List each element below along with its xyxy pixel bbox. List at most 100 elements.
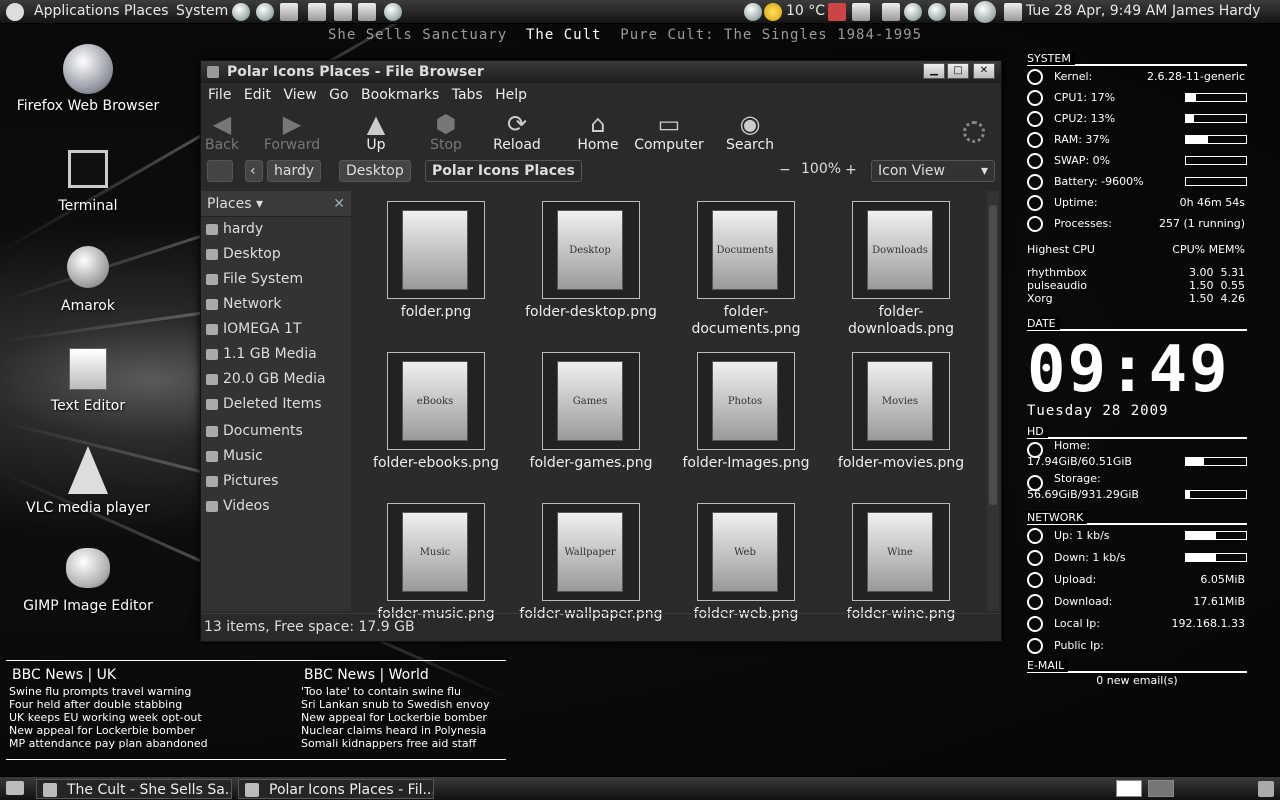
gnome-foot-icon[interactable] [6, 3, 24, 21]
terminal-launcher-icon[interactable] [308, 3, 326, 21]
volume-icon[interactable] [928, 3, 946, 21]
desktop-icon-terminal[interactable]: Terminal [8, 146, 168, 214]
news-headline[interactable]: MP attendance pay plan abandoned [6, 737, 251, 750]
sidebar-item-documents[interactable]: Documents [201, 419, 351, 444]
crumb-scroll-left[interactable]: ‹ [245, 160, 263, 182]
sidebar-item-20-0-gb-media[interactable]: 20.0 GB Media [201, 367, 351, 392]
file-item[interactable]: Desktop folder-desktop.png [516, 201, 666, 321]
back-button[interactable]: ◀ Back [187, 111, 257, 153]
amarok-launcher-icon[interactable] [280, 3, 298, 21]
zoom-out-icon[interactable]: − [779, 162, 791, 178]
menu-help[interactable]: Help [495, 87, 527, 103]
computer-button[interactable]: ▭ Computer [634, 111, 704, 153]
file-item[interactable]: Movies folder-movies.png [826, 352, 976, 472]
file-item[interactable]: Photos folder-Images.png [671, 352, 821, 472]
close-sidebar-icon[interactable]: ✕ [333, 191, 345, 217]
desktop-icon-vlc[interactable]: VLC media player [8, 446, 168, 516]
file-item[interactable]: eBooks folder-ebooks.png [361, 352, 511, 472]
sidebar-item-pictures[interactable]: Pictures [201, 469, 351, 494]
search-icon[interactable] [974, 1, 996, 23]
file-item[interactable]: Downloads folder-downloads.png [826, 201, 976, 338]
news-headline[interactable]: Four held after double stabbing [6, 698, 251, 711]
user-switcher[interactable]: James Hardy [1172, 3, 1261, 19]
window-titlebar[interactable]: Polar Icons Places - File Browser ▁ □ ✕ [201, 61, 1001, 83]
zoom-level[interactable]: 100% [801, 161, 841, 177]
view-select[interactable]: Icon View ▾ [871, 160, 995, 182]
news-headline[interactable]: 'Too late' to contain swine flu [298, 685, 543, 698]
menu-view[interactable]: View [283, 87, 316, 103]
news-headline[interactable]: Sri Lankan snub to Swedish envoy [298, 698, 543, 711]
network-manager-icon[interactable] [882, 3, 900, 21]
crumb-hardy[interactable]: hardy [267, 160, 322, 182]
sidebar-item-music[interactable]: Music [201, 444, 351, 469]
desktop-icon-gimp[interactable]: GIMP Image Editor [8, 548, 168, 614]
system-monitor-icon[interactable] [828, 3, 846, 21]
location-toggle-icon[interactable] [207, 160, 233, 182]
menu-go[interactable]: Go [329, 87, 348, 103]
news-headline[interactable]: New appeal for Lockerbie bomber [6, 724, 251, 737]
sidebar-item-desktop[interactable]: Desktop [201, 242, 351, 267]
vertical-scrollbar[interactable] [987, 191, 999, 611]
reload-button[interactable]: ⟳ Reload [482, 111, 552, 153]
workspace-1[interactable] [1116, 780, 1142, 797]
sidebar-item-deleted-items[interactable]: Deleted Items [201, 392, 351, 417]
weather-temperature[interactable]: 10 °C [786, 3, 825, 19]
notification-icon[interactable] [1004, 3, 1022, 21]
sidebar-item-file-system[interactable]: File System [201, 267, 351, 292]
screenshot-launcher-icon[interactable] [358, 3, 376, 21]
task-rhythmbox[interactable]: The Cult - She Sells Sa... [36, 779, 232, 799]
file-item[interactable]: Documents folder-documents.png [671, 201, 821, 338]
sidebar-item-videos[interactable]: Videos [201, 494, 351, 519]
gimp-launcher-icon[interactable] [384, 3, 402, 21]
stop-button[interactable]: ⬢ Stop [411, 111, 481, 153]
file-item[interactable]: Wine folder-wine.png [826, 503, 976, 623]
menu-file[interactable]: File [208, 87, 231, 103]
power-icon[interactable] [744, 3, 762, 21]
desktop-icon-text-editor[interactable]: Text Editor [8, 348, 168, 414]
display-icon[interactable] [950, 3, 968, 21]
news-headline[interactable]: UK keeps EU working week opt-out [6, 711, 251, 724]
news-headline[interactable]: Swine flu prompts travel warning [6, 685, 251, 698]
applications-menu[interactable]: Applications [34, 3, 120, 19]
editor-launcher-icon[interactable] [334, 3, 352, 21]
news-headline[interactable]: Somali kidnappers free aid staff [298, 737, 543, 750]
minimize-button[interactable]: ▁ [923, 63, 945, 79]
forward-button[interactable]: ▶ Forward [257, 111, 327, 153]
news-headline[interactable]: New appeal for Lockerbie bomber [298, 711, 543, 724]
workspace-2[interactable] [1148, 780, 1174, 797]
file-item[interactable]: Music folder-music.png [361, 503, 511, 623]
home-button[interactable]: ⌂ Home [563, 111, 633, 153]
bluetooth-icon[interactable] [904, 3, 922, 21]
desktop-icon-firefox[interactable]: Firefox Web Browser [8, 44, 168, 114]
scrollbar-thumb[interactable] [989, 205, 997, 505]
panel-clock[interactable]: Tue 28 Apr, 9:49 AM [1026, 3, 1167, 19]
sidebar-item-network[interactable]: Network [201, 292, 351, 317]
search-button[interactable]: ◉ Search [715, 111, 785, 153]
file-item[interactable]: folder.png [361, 201, 511, 321]
file-item[interactable]: Web folder-web.png [671, 503, 821, 623]
task-file-browser[interactable]: Polar Icons Places - Fil... [238, 779, 434, 799]
firefox-launcher-icon[interactable] [232, 3, 250, 21]
menu-tabs[interactable]: Tabs [452, 87, 483, 103]
sidebar-item-hardy[interactable]: hardy [201, 217, 351, 242]
sidebar-item-iomega-1t[interactable]: IOMEGA 1T [201, 317, 351, 342]
crumb-current[interactable]: Polar Icons Places [425, 160, 582, 182]
places-header[interactable]: Places ▾ ✕ [201, 191, 351, 217]
mail-icon[interactable] [852, 3, 870, 21]
file-item[interactable]: Wallpaper folder-wallpaper.png [516, 503, 666, 623]
weather-sun-icon[interactable] [764, 3, 782, 21]
close-button[interactable]: ✕ [973, 63, 995, 79]
system-menu[interactable]: System [176, 3, 228, 19]
menu-bookmarks[interactable]: Bookmarks [361, 87, 439, 103]
thunderbird-launcher-icon[interactable] [256, 3, 274, 21]
news-headline[interactable]: Nuclear claims heard in Polynesia [298, 724, 543, 737]
places-menu[interactable]: Places [124, 3, 169, 19]
file-item[interactable]: Games folder-games.png [516, 352, 666, 472]
zoom-in-icon[interactable]: + [845, 162, 857, 178]
trash-icon[interactable] [1258, 781, 1274, 797]
up-button[interactable]: ▲ Up [341, 111, 411, 153]
crumb-desktop[interactable]: Desktop [339, 160, 411, 182]
maximize-button[interactable]: □ [947, 63, 969, 79]
menu-edit[interactable]: Edit [244, 87, 271, 103]
show-desktop-icon[interactable] [6, 781, 24, 795]
